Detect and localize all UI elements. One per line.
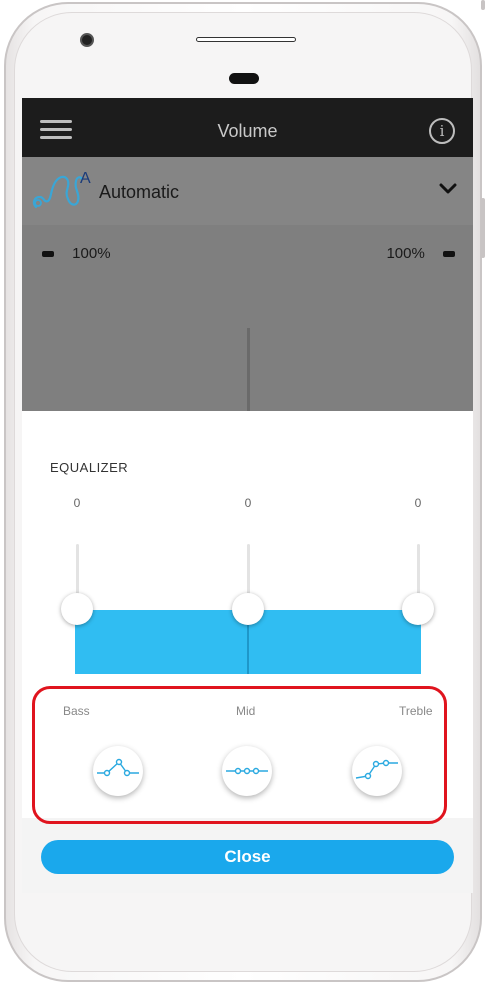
- battery-icon: [443, 251, 455, 258]
- battery-icon: [42, 251, 54, 258]
- earpiece-speaker: [196, 37, 296, 42]
- close-button[interactable]: Close: [41, 840, 454, 874]
- info-icon[interactable]: i: [429, 118, 455, 144]
- battery-left: 100%: [42, 245, 111, 262]
- program-selector[interactable]: A Automatic: [22, 157, 473, 225]
- battery-left-value: 100%: [72, 245, 111, 262]
- top-bar: Volume i: [22, 98, 473, 157]
- power-button: [481, 0, 485, 10]
- svg-text:A: A: [80, 170, 91, 187]
- bass-value: 0: [73, 496, 81, 510]
- hearing-aid-icon: A: [32, 170, 91, 209]
- mid-value: 0: [244, 496, 252, 510]
- treble-slider-thumb[interactable]: [402, 593, 434, 625]
- page-title: Volume: [217, 121, 278, 141]
- volume-divider: [247, 328, 250, 411]
- chevron-down-icon[interactable]: [439, 182, 457, 196]
- front-camera: [80, 33, 94, 47]
- equalizer-title: EQUALIZER: [50, 460, 129, 475]
- side-button: [481, 198, 485, 258]
- mid-slider-thumb[interactable]: [232, 593, 264, 625]
- bass-slider-thumb[interactable]: [61, 593, 93, 625]
- highlight-box: [32, 686, 447, 824]
- battery-right-value: 100%: [386, 245, 425, 262]
- program-name: Automatic: [99, 182, 180, 202]
- treble-value: 0: [414, 496, 422, 510]
- battery-right: 100%: [386, 245, 455, 262]
- proximity-sensor: [229, 73, 259, 84]
